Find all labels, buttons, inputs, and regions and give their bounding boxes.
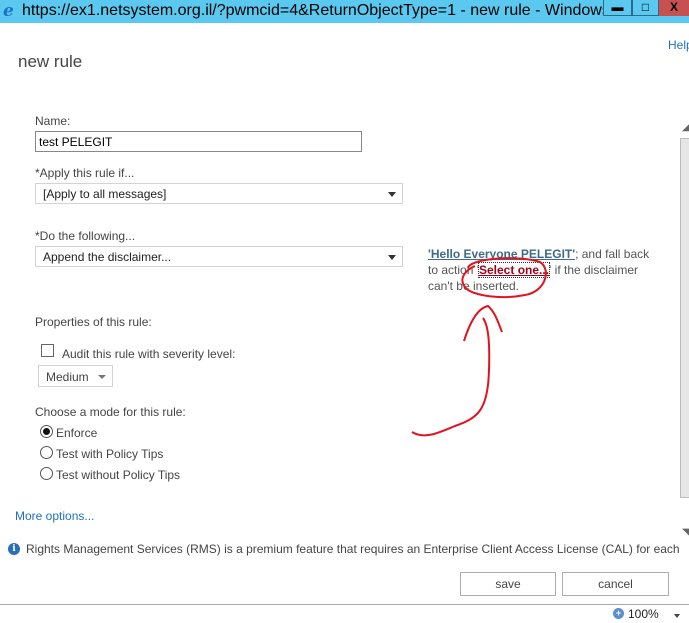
apply-rule-select[interactable]: [Apply to all messages] [35,183,403,204]
do-following-label: *Do the following... [35,229,136,243]
properties-label: Properties of this rule: [35,315,152,329]
mode-label-test-without-tips: Test without Policy Tips [56,468,181,482]
annotation-arrow-head [463,304,503,342]
scroll-up-arrow[interactable]: ◢ [682,122,689,133]
audit-label: Audit this rule with severity level: [62,347,236,361]
scroll-down-arrow[interactable]: ◥ [682,527,689,538]
browser-icon: e [3,1,14,21]
window-titlebar: e https://ex1.netsystem.org.il/?pwmcid=4… [0,0,689,23]
mode-radio-enforce[interactable] [40,425,53,438]
mode-label-enforce: Enforce [56,426,98,440]
apply-rule-value: [Apply to all messages] [43,187,167,201]
red-annotation [411,257,547,437]
status-bar: + 100% [0,604,689,623]
more-options-link[interactable]: More options... [15,509,94,523]
help-link[interactable]: Help [668,38,689,52]
apply-rule-label: *Apply this rule if... [35,166,135,180]
mode-label: Choose a mode for this rule: [35,405,186,419]
chevron-down-icon[interactable] [674,614,680,618]
page-title: new rule [18,52,83,71]
vertical-scrollbar[interactable] [680,138,689,498]
audit-checkbox[interactable] [41,344,54,357]
mode-radio-test-with-tips[interactable] [40,446,53,459]
do-following-value: Append the disclaimer... [43,250,172,264]
mode-label-test-with-tips: Test with Policy Tips [56,447,164,461]
disclaimer-text-link[interactable]: 'Hello Everyone PELEGIT' [428,247,575,261]
minimize-button[interactable]: ▬ [603,0,632,16]
chevron-down-icon [388,255,396,260]
save-button[interactable]: save [460,572,556,596]
zoom-icon[interactable]: + [613,608,624,619]
disclaimer-note: 'Hello Everyone PELEGIT'; and fall back … [428,246,660,294]
info-icon: i [8,543,20,555]
annotation-arrow-shaft [411,317,491,437]
severity-select[interactable]: Medium [38,365,113,387]
name-label: Name: [35,114,71,128]
name-input[interactable]: test PELEGIT [35,131,362,152]
zoom-level[interactable]: 100% [628,607,659,621]
rms-info-text: Rights Management Services (RMS) is a pr… [26,542,680,556]
maximize-button[interactable]: □ [632,0,659,16]
do-following-select[interactable]: Append the disclaimer... [35,246,403,267]
fallback-action-link[interactable]: Select one... [477,262,551,278]
chevron-down-icon [388,192,396,197]
mode-radio-test-without-tips[interactable] [40,467,53,480]
chevron-down-icon [98,375,106,379]
close-button[interactable]: X [659,0,689,16]
severity-value: Medium [46,370,89,384]
window-title: https://ex1.netsystem.org.il/?pwmcid=4&R… [22,2,646,19]
cancel-button[interactable]: cancel [562,572,669,596]
